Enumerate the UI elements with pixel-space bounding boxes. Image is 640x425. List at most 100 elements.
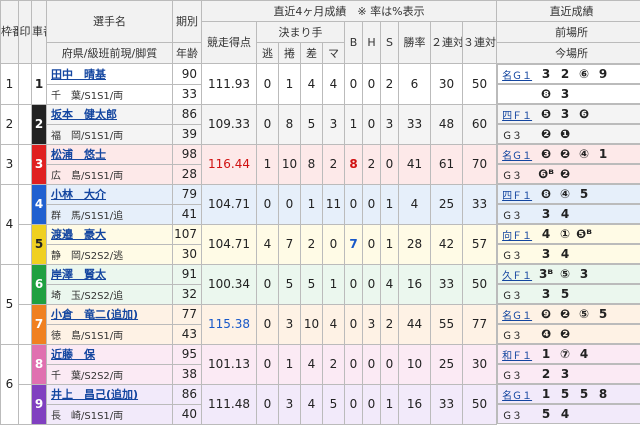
prev-venue-link[interactable]: 和Ｆ１ [502, 347, 538, 362]
shirushi-cell[interactable] [18, 183, 32, 225]
rider-name-link[interactable]: 岸澤 賢太 [51, 268, 106, 281]
curr-result: 2 [541, 367, 551, 381]
prev-venue-link[interactable]: 名Ｇ１ [502, 147, 538, 162]
rider-name-link[interactable]: 松浦 悠士 [51, 148, 106, 161]
header-mark: マ [322, 42, 345, 64]
rider-name-link[interactable]: 渡邉 豪大 [51, 228, 106, 241]
curr-venue: Ｇ３ 5 4 [497, 404, 640, 424]
rider-pref: 長 崎/S1S1/両 [46, 403, 173, 425]
header-s: S [380, 21, 399, 64]
shirushi-cell[interactable] [18, 63, 32, 105]
prev-result: ⑤ [559, 267, 571, 281]
prev-result: 2 [560, 67, 570, 81]
rider-term: 77 [172, 303, 202, 325]
rider-pref: 静 岡/S2S2/逃 [46, 243, 173, 265]
prev-venue-link[interactable]: 名Ｇ１ [502, 67, 538, 82]
rider-name: 岸澤 賢太 [46, 263, 173, 285]
prev-result: ❺ [540, 107, 552, 121]
stat-r3: 60 [461, 103, 498, 145]
prev-result: 8 [598, 387, 608, 401]
table-row: 4 4 小林 大介 79 104.71 0 0 1 11 0 0 1 4 25 33 四Ｆ１ ❽ ④ 5 [0, 183, 640, 265]
race-points: 109.33 [201, 103, 257, 145]
stat-mark: 2 [322, 343, 345, 385]
shirushi-cell[interactable] [18, 383, 32, 425]
curr-results: ❻ᴮ ❷ [538, 167, 576, 181]
prev-result: ❾ [540, 307, 552, 321]
curr-results: 34 [538, 207, 576, 221]
stat-makuri: 10 [278, 143, 301, 185]
header-shirushi: 印 [18, 0, 32, 64]
prev-result: 4 [541, 227, 551, 241]
prev-results: 3ᴮ ⑤ 3 [538, 267, 595, 281]
stat-nige: 0 [256, 263, 279, 305]
curr-result: 4 [560, 207, 570, 221]
prev-venue-link[interactable]: 四Ｆ１ [502, 187, 538, 202]
prev-venue: 名Ｇ１ 1 5 5 8 [497, 384, 640, 404]
curr-result: 3 [560, 87, 570, 101]
car-number: 4 [31, 183, 47, 225]
prev-result: 3ᴮ [539, 267, 554, 281]
prev-venue-link[interactable]: 名Ｇ１ [502, 387, 538, 402]
table-row: 6 8 近藤 保 95 101.13 0 1 4 2 0 0 0 10 25 30 和Ｆ１ 1 ⑦ 4 [0, 343, 640, 425]
rider-name-link[interactable]: 井上 昌己(追加) [51, 388, 138, 401]
prev-venue-link[interactable]: 久Ｆ１ [502, 267, 538, 282]
prev-venue-link[interactable]: 四Ｆ１ [502, 107, 538, 122]
prev-results: ❾❷⑤5 [538, 307, 614, 321]
shirushi-cell[interactable] [18, 103, 32, 145]
curr-venue-grade: Ｇ３ [502, 370, 523, 382]
stat-r2: 33 [430, 263, 463, 305]
stat-b: 8 [344, 143, 363, 185]
shirushi-cell[interactable] [18, 343, 32, 385]
stat-nige: 0 [256, 183, 279, 225]
rider-term: 86 [172, 103, 202, 125]
car-number: 7 [31, 303, 47, 345]
rider-name-link[interactable]: 田中 晴基 [51, 68, 106, 81]
stat-win: 16 [398, 383, 431, 425]
rider-name-link[interactable]: 坂本 健太郎 [51, 108, 117, 121]
rider-term: 91 [172, 263, 202, 285]
prev-result: 5 [579, 187, 589, 201]
race-table: 枠番 印 車番 選手名 期別 直近4ヶ月成績 ※ 率は%表示 直近成績 ギ 競走… [0, 0, 640, 425]
prev-result: ① [559, 227, 571, 241]
table-row: 7 小倉 竜二(追加) 77 115.38 0 3 10 4 0 3 2 44 55 77 名Ｇ１ ❾ ❷ ⑤ 5 [1, 303, 640, 345]
stat-sashi: 5 [300, 103, 323, 145]
rider-list: 1 1 田中 晴基 90 111.93 0 1 4 4 0 0 2 6 30 50 名Ｇ１ 3 2 ⑥ 9 千 葉/S1… [0, 63, 640, 425]
curr-result: 4 [560, 247, 570, 261]
rider-pref: 千 葉/S1S1/両 [46, 83, 173, 105]
race-points: 101.13 [201, 343, 257, 385]
rider-name-link[interactable]: 近藤 保 [51, 348, 95, 361]
stat-h: 0 [362, 223, 381, 265]
shirushi-cell[interactable] [18, 303, 32, 345]
stat-mark: 5 [322, 383, 345, 425]
stat-makuri: 1 [278, 343, 301, 385]
rider-name-link[interactable]: 小林 大介 [51, 188, 106, 201]
prev-result: ❽ [540, 187, 552, 201]
stat-sashi: 4 [300, 343, 323, 385]
table-row: 3 3 松浦 悠士 98 116.44 1 10 8 2 8 2 0 41 61 70 名Ｇ１ ❸ ❷ ④ 1 [0, 143, 640, 185]
curr-venue-grade: Ｇ３ [502, 170, 523, 182]
rider-name-link[interactable]: 小倉 竜二(追加) [51, 308, 138, 321]
stat-win: 33 [398, 103, 431, 145]
race-points: 100.34 [201, 263, 257, 305]
curr-results: ❹❷ [538, 327, 576, 341]
prev-venue-link[interactable]: 向Ｆ１ [502, 227, 538, 242]
curr-result: ❻ᴮ [538, 167, 555, 181]
stat-h: 2 [362, 143, 381, 185]
shirushi-cell[interactable] [18, 223, 32, 265]
prev-venue: 四Ｆ１ ❺ 3 ❻ [497, 104, 640, 124]
prev-result: 3 [541, 67, 551, 81]
curr-result: ❹ [540, 327, 552, 341]
header-latest: 直近成績 [496, 0, 640, 22]
shirushi-cell[interactable] [18, 143, 32, 185]
prev-venue-link[interactable]: 名Ｇ１ [502, 307, 538, 322]
curr-result: 3 [541, 207, 551, 221]
stat-r3: 50 [461, 383, 498, 425]
prev-venue: 名Ｇ１ 3 2 ⑥ 9 [497, 64, 640, 84]
stat-makuri: 3 [278, 383, 301, 425]
car-number: 3 [31, 143, 47, 185]
rider-name: 田中 晴基 [46, 63, 173, 85]
rider-name: 小林 大介 [46, 183, 173, 205]
table-row: 9 井上 昌己(追加) 86 111.48 0 3 4 5 0 0 1 16 33 50 名Ｇ１ 1 5 5 8 [1, 383, 640, 425]
header-prev-venue: 前場所 [496, 21, 640, 43]
shirushi-cell[interactable] [18, 263, 32, 305]
